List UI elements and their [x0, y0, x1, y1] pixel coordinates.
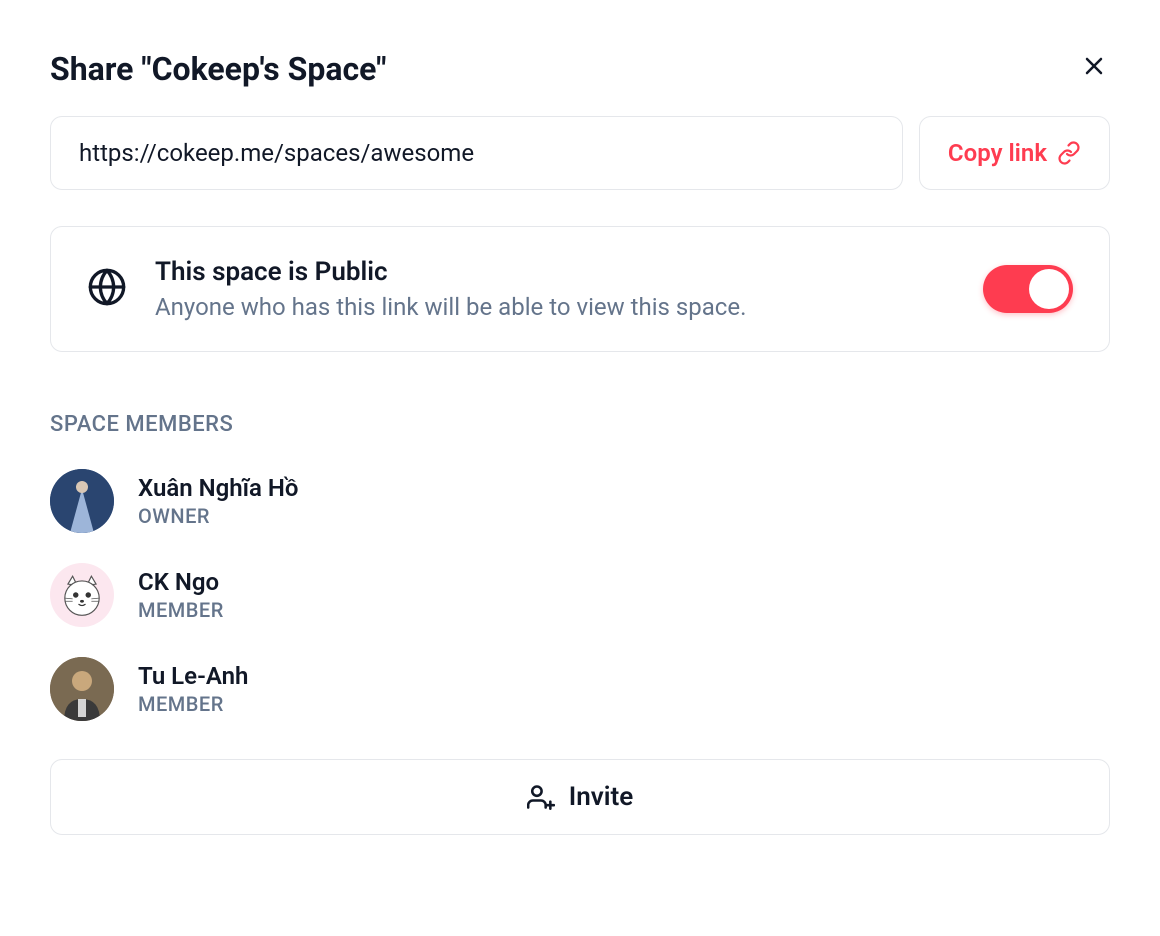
- member-name: Xuân Nghĩa Hồ: [138, 474, 298, 502]
- member-name: CK Ngo: [138, 568, 224, 596]
- member-name: Tu Le-Anh: [138, 662, 248, 690]
- user-plus-icon: [527, 783, 555, 811]
- copy-link-button[interactable]: Copy link: [919, 116, 1110, 190]
- member-role: MEMBER: [138, 598, 224, 622]
- avatar: [50, 563, 114, 627]
- close-button[interactable]: [1078, 50, 1110, 82]
- invite-label: Invite: [569, 782, 634, 812]
- avatar: [50, 469, 114, 533]
- visibility-toggle[interactable]: [983, 265, 1073, 313]
- invite-button[interactable]: Invite: [50, 759, 1110, 835]
- close-icon: [1082, 54, 1106, 78]
- members-section-label: SPACE MEMBERS: [50, 412, 1110, 437]
- member-info: CK Ngo MEMBER: [138, 568, 224, 622]
- member-info: Xuân Nghĩa Hồ OWNER: [138, 474, 298, 528]
- dialog-title: Share "Cokeep's Space": [50, 50, 386, 88]
- visibility-card: This space is Public Anyone who has this…: [50, 226, 1110, 352]
- visibility-title: This space is Public: [155, 257, 955, 287]
- visibility-text: This space is Public Anyone who has this…: [155, 257, 955, 321]
- share-dialog: Share "Cokeep's Space" Copy link: [50, 50, 1110, 835]
- toggle-knob: [1029, 269, 1069, 309]
- link-icon: [1057, 141, 1081, 165]
- member-info: Tu Le-Anh MEMBER: [138, 662, 248, 716]
- avatar: [50, 657, 114, 721]
- member-row: Xuân Nghĩa Hồ OWNER: [50, 469, 1110, 533]
- member-list: Xuân Nghĩa Hồ OWNER: [50, 469, 1110, 721]
- share-url-input[interactable]: [50, 116, 903, 190]
- dialog-header: Share "Cokeep's Space": [50, 50, 1110, 88]
- share-link-row: Copy link: [50, 116, 1110, 190]
- member-row: Tu Le-Anh MEMBER: [50, 657, 1110, 721]
- globe-icon: [87, 267, 127, 311]
- copy-link-label: Copy link: [948, 139, 1047, 167]
- visibility-description: Anyone who has this link will be able to…: [155, 293, 955, 321]
- member-role: MEMBER: [138, 692, 248, 716]
- member-role: OWNER: [138, 504, 298, 528]
- member-row: CK Ngo MEMBER: [50, 563, 1110, 627]
